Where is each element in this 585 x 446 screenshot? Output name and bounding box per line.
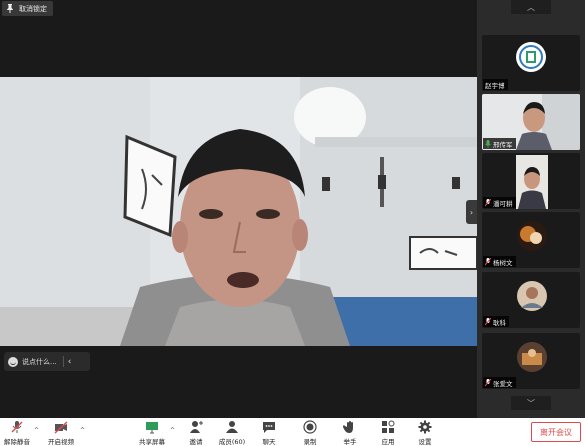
scroll-down-button[interactable]: ﹀ [511,396,551,410]
members-icon [226,421,238,433]
chat-input[interactable]: 说点什么... ‹ [4,352,90,371]
share-screen-icon [146,422,158,434]
mic-muted-icon [485,317,491,325]
chevron-up-icon: ︿ [527,2,535,12]
participant-avatar [517,342,547,372]
gear-icon [418,420,432,434]
settings-button[interactable]: 设置 [413,418,437,446]
participant-tile[interactable]: 张爱文 [482,333,580,389]
share-options-caret[interactable]: ^ [170,427,175,434]
participant-sidebar: ︿ 赵宇博 邢传军 潘可耕 杨树文 耿科 张爱文 ﹀ [477,0,585,418]
unmute-button[interactable]: 解除静音 [2,418,32,446]
chat-bubble-icon [263,422,275,433]
main-video-feed [0,77,477,346]
scroll-up-button[interactable]: ︿ [511,0,551,14]
apps-button[interactable]: 应用 [376,418,400,446]
add-user-icon [190,421,203,433]
meeting-toolbar: 解除静音 ^ 开启视频 ^ 共享屏幕 ^ 邀请 成员(60) 聊天 录制 举手 … [0,418,585,446]
chevron-left-icon[interactable]: ‹ [68,357,72,367]
mic-muted-icon [11,421,23,433]
participant-avatar [517,281,547,311]
participant-tile[interactable]: 赵宇博 [482,35,580,91]
participant-tile-active[interactable]: 邢传军 [482,94,580,150]
divider [62,356,64,367]
camera-off-icon [54,421,68,434]
participant-tile[interactable]: 耿科 [482,272,580,328]
participant-name-tag: 杨树文 [483,256,516,267]
participant-video [516,155,548,209]
mic-muted-icon [485,378,491,386]
mic-muted-icon [485,257,491,265]
share-screen-button[interactable]: 共享屏幕 [137,418,167,446]
unpin-label: 取消锁定 [19,4,47,13]
video-options-caret[interactable]: ^ [80,427,85,434]
pin-icon [7,4,13,13]
participant-name-tag: 张爱文 [483,377,516,388]
record-icon [303,420,317,434]
participant-name-tag: 邢传军 [483,138,516,149]
collapse-sidebar-button[interactable]: › [466,200,477,224]
apps-icon [382,420,395,433]
smiley-icon [8,356,18,367]
chat-button[interactable]: 聊天 [257,418,281,446]
mic-speaking-icon [485,139,491,148]
participant-name-tag: 耿科 [483,316,509,327]
meeting-window: 取消锁定 › 说点什么... ‹ ︿ 赵宇博 邢传军 潘可耕 杨树文 耿科 张爱… [0,0,585,446]
start-video-button[interactable]: 开启视频 [46,418,76,446]
participant-avatar [517,221,547,251]
org-logo [516,42,546,72]
chevron-down-icon: ﹀ [527,398,535,408]
audio-options-caret[interactable]: ^ [34,427,39,434]
mic-muted-icon [485,198,491,206]
participant-tile[interactable]: 杨树文 [482,212,580,268]
members-button[interactable]: 成员(60) [217,418,247,446]
record-button[interactable]: 录制 [298,418,322,446]
leave-meeting-button[interactable]: 离开会议 [531,422,581,442]
unpin-button[interactable]: 取消锁定 [2,1,53,16]
participant-tile[interactable]: 潘可耕 [482,153,580,209]
chat-placeholder: 说点什么... [22,357,57,366]
raise-hand-button[interactable]: 举手 [338,418,362,446]
participant-name-tag: 赵宇博 [483,79,508,90]
invite-button[interactable]: 邀请 [183,418,209,446]
participant-name-tag: 潘可耕 [483,197,516,208]
hand-icon [343,421,353,433]
